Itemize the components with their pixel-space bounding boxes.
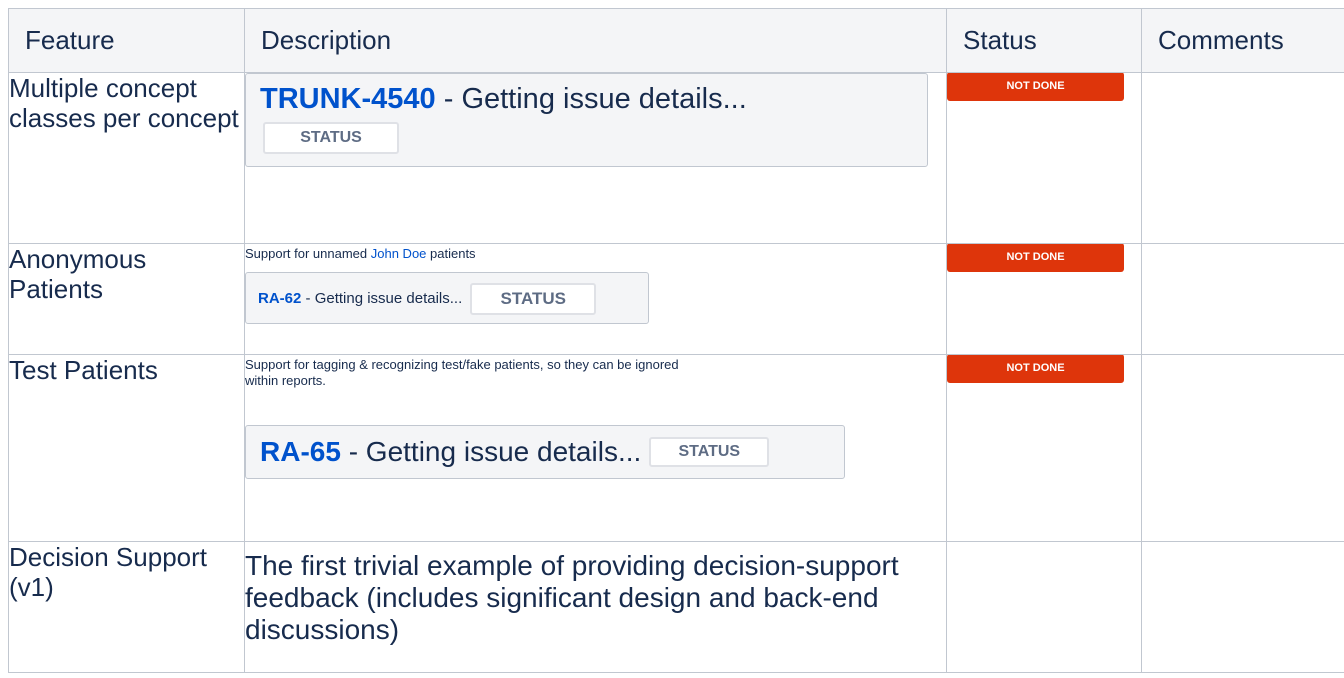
jira-status-lozenge: STATUS [263, 122, 399, 154]
comments-cell [1141, 243, 1344, 355]
jira-issue-macro: TRUNK-4540 - Getting issue details... ST… [245, 73, 928, 167]
status-cell: NOT DONE [946, 72, 1142, 244]
jira-issue-details: - Getting issue details... [435, 83, 747, 115]
table-row: Decision Support (v1) The first trivial … [8, 541, 1344, 673]
table-row: Test Patients Support for tagging & reco… [8, 354, 1344, 542]
comments-cell [1141, 354, 1344, 542]
jira-status-lozenge: STATUS [470, 283, 597, 315]
header-comments[interactable]: Comments [1141, 8, 1344, 73]
feature-cell: Multiple concept classes per concept [8, 72, 245, 244]
feature-cell: Decision Support (v1) [8, 541, 245, 673]
description-cell: Support for unnamed John Doe patients RA… [244, 243, 947, 355]
description-text: Support for unnamed John Doe patients [245, 246, 946, 262]
status-badge: NOT DONE [947, 243, 1124, 272]
jira-issue-macro: RA-65 - Getting issue details... STATUS [245, 425, 845, 479]
description-text: The first trivial example of providing d… [245, 550, 899, 645]
table-header-row: Feature Description Status Comments [8, 8, 1344, 73]
description-cell: The first trivial example of providing d… [244, 541, 947, 673]
status-cell [946, 541, 1142, 673]
table-row: Anonymous Patients Support for unnamed J… [8, 243, 1344, 355]
feature-cell: Test Patients [8, 354, 245, 542]
john-doe-link[interactable]: John Doe [371, 246, 427, 261]
header-status[interactable]: Status [946, 8, 1142, 73]
header-description[interactable]: Description [244, 8, 947, 73]
description-text-before: Support for unnamed [245, 246, 371, 261]
jira-issue-macro: RA-62 - Getting issue details... STATUS [245, 272, 649, 324]
comments-cell [1141, 72, 1344, 244]
table-row: Multiple concept classes per concept TRU… [8, 72, 1344, 244]
features-table: Feature Description Status Comments Mult… [8, 8, 1344, 673]
description-cell: TRUNK-4540 - Getting issue details... ST… [244, 72, 947, 244]
comments-cell [1141, 541, 1344, 673]
description-cell: Support for tagging & recognizing test/f… [244, 354, 947, 542]
header-feature[interactable]: Feature [8, 8, 245, 73]
status-badge: NOT DONE [947, 354, 1124, 383]
jira-issue-details: - Getting issue details... [340, 436, 642, 467]
jira-status-lozenge: STATUS [649, 437, 770, 467]
jira-issue-link[interactable]: RA-65 [260, 436, 341, 467]
jira-issue-details: - Getting issue details... [301, 290, 463, 307]
status-cell: NOT DONE [946, 354, 1142, 542]
feature-cell: Anonymous Patients [8, 243, 245, 355]
description-text: Support for tagging & recognizing test/f… [245, 357, 679, 388]
jira-issue-link[interactable]: RA-62 [258, 290, 301, 307]
status-badge: NOT DONE [947, 72, 1124, 101]
description-text-after: patients [426, 246, 476, 261]
jira-issue-link[interactable]: TRUNK-4540 [260, 83, 436, 115]
status-cell: NOT DONE [946, 243, 1142, 355]
